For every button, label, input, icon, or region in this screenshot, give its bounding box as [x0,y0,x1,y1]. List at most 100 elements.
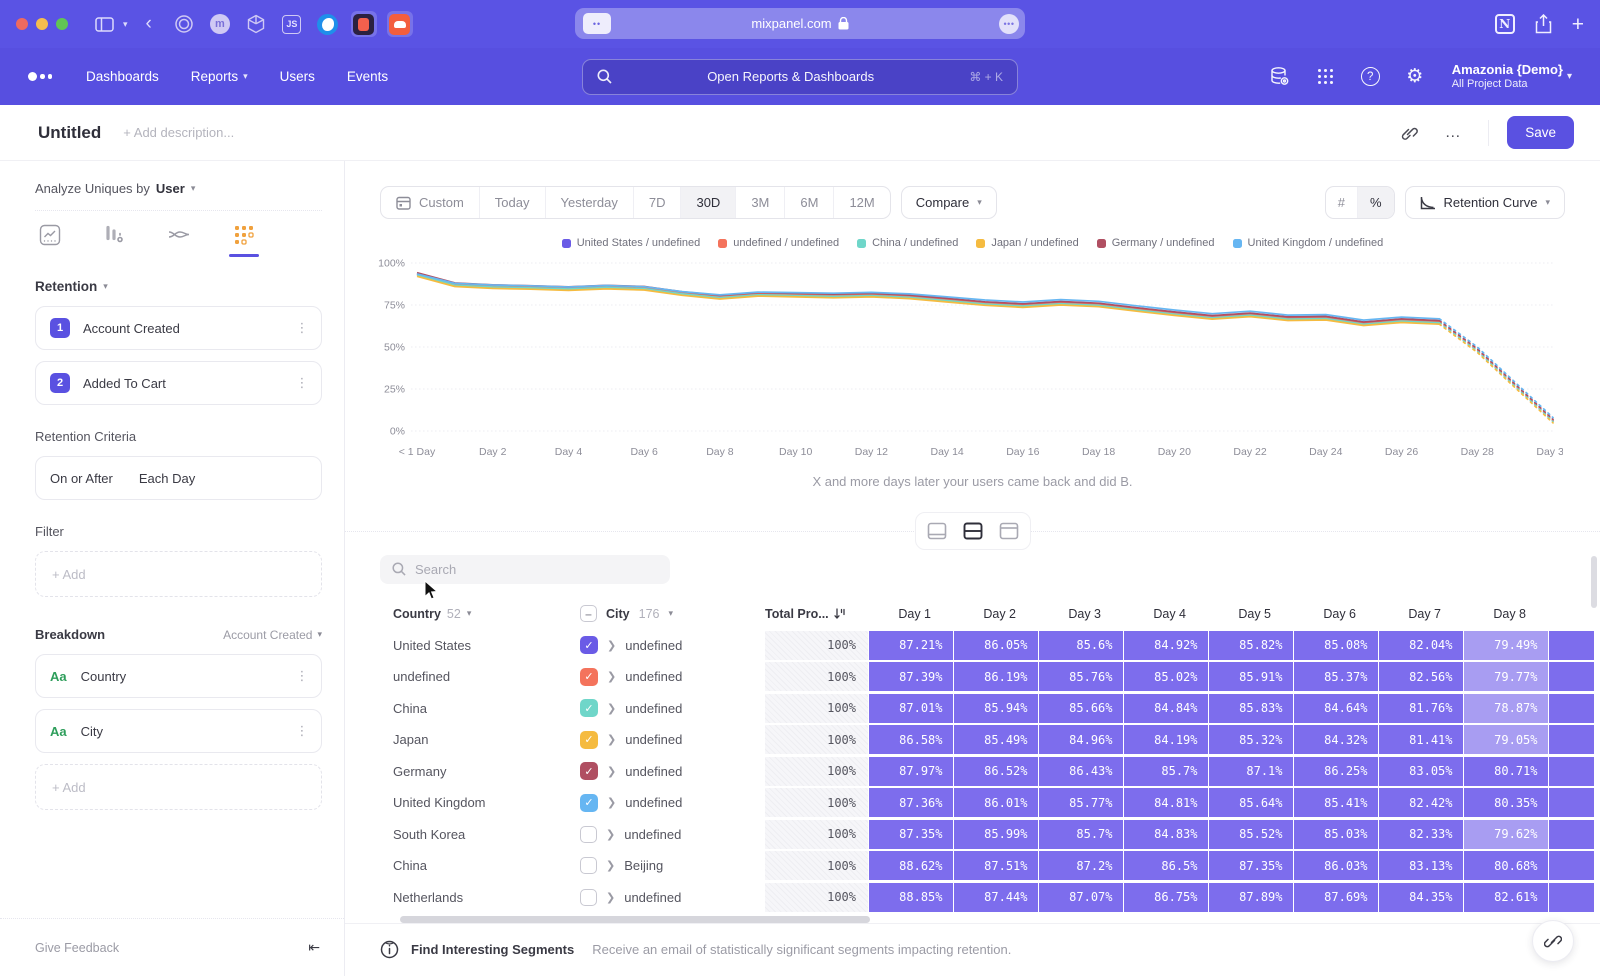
retention-value-cell[interactable]: 83.05% [1379,757,1463,786]
retention-value-cell[interactable]: 84.64% [1294,694,1378,723]
row-checkbox-unchecked[interactable] [580,889,597,906]
retention-value-cell[interactable]: 87.44% [954,883,1038,912]
report-title[interactable]: Untitled [38,123,101,143]
count-toggle[interactable]: # [1326,187,1358,218]
retention-value-cell[interactable]: 80.35% [1464,788,1548,817]
retention-value-cell[interactable]: 82.33% [1379,820,1463,849]
extension-cube-icon[interactable] [243,11,269,37]
retention-value-cell[interactable]: 86.05% [954,631,1038,660]
retention-value-cell[interactable]: 84.83% [1124,820,1208,849]
mixpanel-logo[interactable] [28,72,52,81]
table-row[interactable]: Germany✓❯undefined100%87.97%86.52%86.43%… [380,756,1600,788]
compare-button[interactable]: Compare ▾ [901,186,997,219]
retention-chart[interactable]: 100%75%50%25%0%< 1 DayDay 2Day 4Day 6Day… [365,255,1582,472]
retention-value-cell[interactable]: 78.87% [1464,694,1548,723]
retention-value-cell[interactable]: 85.7% [1039,820,1123,849]
copy-link-icon[interactable] [1392,118,1426,148]
retention-value-cell[interactable]: 87.35% [1209,851,1293,880]
range-yesterday[interactable]: Yesterday [546,187,634,218]
retention-value-cell[interactable]: 85.02% [1124,662,1208,691]
table-row[interactable]: Japan✓❯undefined100%86.58%85.49%84.96%84… [380,724,1600,756]
retention-value-cell[interactable]: 87.89% [1209,883,1293,912]
share-link-fab[interactable] [1532,920,1574,962]
expand-chevron-icon[interactable]: ❯ [606,891,615,904]
breakdown-property-card[interactable]: AaCity⋮ [35,709,322,753]
maximize-window-button[interactable] [56,18,68,30]
nav-dashboards[interactable]: Dashboards [86,69,159,84]
column-header-city[interactable]: –City176▾ [580,605,765,622]
retention-value-cell[interactable]: 87.21% [869,631,953,660]
table-row[interactable]: United States✓❯undefined100%87.21%86.05%… [380,630,1600,662]
range-7d[interactable]: 7D [634,187,682,218]
retention-value-cell[interactable]: 87.39% [869,662,953,691]
back-button-icon[interactable]: ‹ [146,13,152,35]
kebab-menu-icon[interactable]: ⋮ [295,380,309,386]
retention-value-cell[interactable]: 85.77% [1039,788,1123,817]
retention-value-cell[interactable]: 87.97% [869,757,953,786]
retention-value-cell[interactable]: 85.76% [1039,662,1123,691]
add-description[interactable]: + Add description... [123,125,234,140]
retention-value-cell[interactable]: 84.19% [1124,725,1208,754]
breakdown-property-card[interactable]: AaCountry⋮ [35,654,322,698]
vertical-scrollbar[interactable] [1591,556,1597,608]
project-switcher[interactable]: Amazonia {Demo} All Project Data ▾ [1450,62,1572,92]
retention-value-cell[interactable]: 85.91% [1209,662,1293,691]
save-button[interactable]: Save [1507,116,1574,149]
page-options-icon[interactable]: ••• [999,14,1019,34]
breakdown-add-button[interactable]: + Add [35,764,322,810]
retention-value-cell[interactable]: 87.01% [869,694,953,723]
collapse-sidebar-icon[interactable]: ⇤ [308,939,320,956]
row-checkbox-checked[interactable]: ✓ [580,794,598,812]
retention-value-cell[interactable]: 84.35% [1379,883,1463,912]
expand-chevron-icon[interactable]: ❯ [607,765,616,778]
nav-reports[interactable]: Reports▾ [191,69,248,84]
retention-value-cell[interactable]: 85.37% [1294,662,1378,691]
expand-chevron-icon[interactable]: ❯ [606,828,615,841]
retention-value-cell[interactable]: 85.66% [1039,694,1123,723]
retention-value-cell[interactable]: 80.68% [1464,851,1548,880]
legend-item[interactable]: Germany / undefined [1097,237,1215,249]
retention-criteria-card[interactable]: On or After Each Day [35,456,322,500]
retention-value-cell[interactable]: 86.52% [954,757,1038,786]
retention-value-cell[interactable]: 85.94% [954,694,1038,723]
column-header-day-4[interactable]: Day 4 [1123,607,1208,621]
retention-value-cell[interactable]: 87.2% [1039,851,1123,880]
extension-producthunt-icon[interactable] [351,11,377,37]
address-bar[interactable]: •• mixpanel.com ••• [575,8,1025,39]
extension-js-icon[interactable]: JS [279,11,305,37]
breakdown-scope-selector[interactable]: Account Created ▾ [223,628,322,642]
notion-extension-icon[interactable]: N [1495,14,1515,34]
sidebar-toggle-icon[interactable] [95,17,114,32]
select-all-checkbox[interactable]: – [580,605,597,622]
row-checkbox-checked[interactable]: ✓ [580,731,598,749]
window-controls[interactable] [16,18,68,30]
percent-toggle[interactable]: % [1358,187,1394,218]
column-header-day-7[interactable]: Day 7 [1378,607,1463,621]
row-checkbox-checked[interactable]: ✓ [580,668,598,686]
row-checkbox-checked[interactable]: ✓ [580,699,598,717]
give-feedback-link[interactable]: Give Feedback [35,941,119,955]
table-search-input[interactable]: Search [380,555,670,584]
column-header-total[interactable]: Total Pro... [765,607,868,621]
table-row[interactable]: China✓❯undefined100%87.01%85.94%85.66%84… [380,693,1600,725]
close-window-button[interactable] [16,18,28,30]
retention-value-cell[interactable]: 86.58% [869,725,953,754]
retention-value-cell[interactable]: 88.85% [869,883,953,912]
tab-retention[interactable] [233,224,256,257]
view-table-only-icon[interactable] [992,517,1026,545]
retention-value-cell[interactable]: 80.71% [1464,757,1548,786]
column-header-day-6[interactable]: Day 6 [1293,607,1378,621]
column-header-day-3[interactable]: Day 3 [1038,607,1123,621]
analyze-value-selector[interactable]: User [156,181,185,196]
row-checkbox-checked[interactable]: ✓ [580,762,598,780]
share-icon[interactable] [1535,14,1552,34]
table-row[interactable]: South Korea❯undefined100%87.35%85.99%85.… [380,819,1600,851]
retention-value-cell[interactable]: 85.08% [1294,631,1378,660]
retention-value-cell[interactable]: 85.49% [954,725,1038,754]
extension-soundcloud-icon[interactable] [387,11,413,37]
retention-step-card[interactable]: 2Added To Cart⋮ [35,361,322,405]
new-tab-icon[interactable]: + [1572,14,1584,35]
retention-value-cell[interactable]: 85.64% [1209,788,1293,817]
legend-item[interactable]: United Kingdom / undefined [1233,237,1384,249]
apps-grid-icon[interactable] [1315,66,1337,88]
